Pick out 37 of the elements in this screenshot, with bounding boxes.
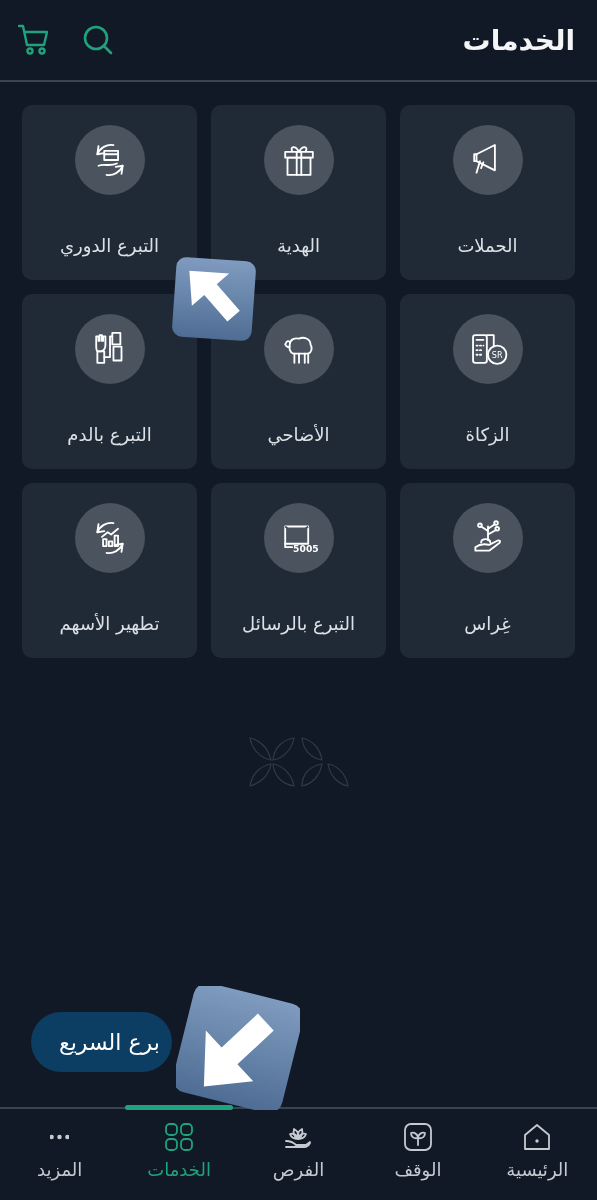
search-icon[interactable] xyxy=(82,24,114,56)
gift-icon xyxy=(283,146,314,176)
card-hand-icon xyxy=(95,143,124,177)
service-card[interactable]: تطهير الأسهم xyxy=(22,483,197,658)
nav-tab[interactable]: الوقف xyxy=(358,1109,478,1200)
nav-tab[interactable]: المزيد xyxy=(0,1109,120,1200)
service-label: الزكاة xyxy=(465,424,510,445)
nav-tab[interactable]: الخدمات xyxy=(119,1109,239,1200)
quick-donate-button[interactable]: برع السريع xyxy=(31,1012,172,1072)
service-label: تطهير الأسهم xyxy=(59,613,160,634)
service-card[interactable]: الأضاحي xyxy=(211,294,386,469)
cart-icon[interactable] xyxy=(18,24,48,56)
service-label: الحملات xyxy=(457,235,518,256)
number-label: 5005 xyxy=(292,542,319,554)
service-label: التبرع بالرسائل xyxy=(242,613,355,634)
nav-tab[interactable]: الفرص xyxy=(238,1109,359,1200)
service-label: الأضاحي xyxy=(267,424,330,445)
sheep-icon xyxy=(283,336,313,364)
service-card[interactable]: التبرع الدوري xyxy=(22,105,197,280)
service-label: غِراس xyxy=(464,613,511,634)
blood-donation-icon xyxy=(94,331,122,364)
plant-hand-icon xyxy=(473,520,501,552)
service-card[interactable]: غِراس xyxy=(400,483,575,658)
service-label: التبرع الدوري xyxy=(59,235,160,256)
service-card[interactable]: الهدية xyxy=(211,105,386,280)
more-icon xyxy=(50,1134,70,1140)
grid-icon xyxy=(163,1121,196,1153)
megaphone-icon xyxy=(472,144,496,174)
service-card[interactable]: الحملات xyxy=(400,105,575,280)
chart-cycle-icon xyxy=(95,521,124,555)
service-label: الهدية xyxy=(277,235,320,256)
nav-tab[interactable]: الرئيسية xyxy=(477,1109,597,1200)
calculator-coin-icon xyxy=(471,334,507,365)
sprout-icon xyxy=(401,1121,434,1153)
service-label: التبرع بالدم xyxy=(67,424,152,445)
service-card[interactable]: التبرع بالدم xyxy=(22,294,197,469)
page-title: الخدمات xyxy=(462,23,575,57)
